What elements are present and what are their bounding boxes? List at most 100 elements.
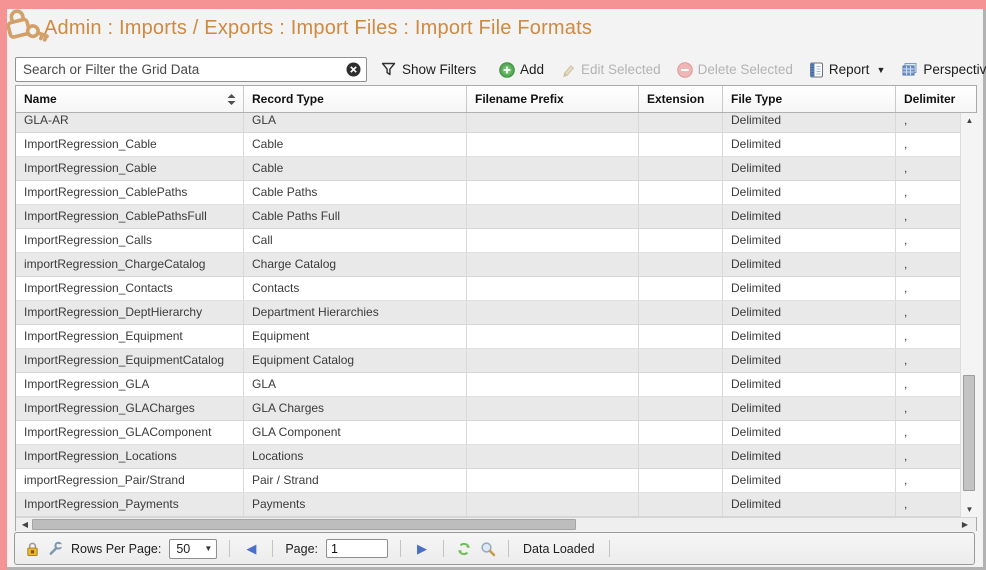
table-row[interactable]: ImportRegression_CallsCallDelimited, <box>16 229 960 253</box>
page-title: Admin : Imports / Exports : Import Files… <box>44 17 592 40</box>
lock-key-icon <box>1 2 51 52</box>
cell-name: GLA-AR <box>16 113 244 132</box>
cell-extension <box>639 397 723 420</box>
scroll-right-arrow-icon[interactable]: ▶ <box>958 518 972 531</box>
page-label: Page: <box>285 542 318 556</box>
cell-name: ImportRegression_DeptHierarchy <box>16 301 244 324</box>
cell-record-type: Department Hierarchies <box>244 301 467 324</box>
table-row[interactable]: ImportRegression_GLAGLADelimited, <box>16 373 960 397</box>
cell-record-type: Cable Paths <box>244 181 467 204</box>
cell-record-type: Cable <box>244 157 467 180</box>
perspectives-button[interactable]: Perspectives ▼ <box>901 62 986 78</box>
cell-file-type: Delimited <box>723 493 896 516</box>
column-header-file-type[interactable]: File Type <box>723 86 896 112</box>
perspectives-icon <box>901 62 918 78</box>
show-filters-button[interactable]: Show Filters <box>381 57 476 82</box>
table-row[interactable]: importRegression_ChargeCatalogCharge Cat… <box>16 253 960 277</box>
cell-filename-prefix <box>467 133 639 156</box>
edit-selected-button[interactable]: Edit Selected <box>560 62 661 78</box>
grid-body: GLA-ARGLADelimited,ImportRegression_Cabl… <box>16 113 960 517</box>
prev-page-button[interactable]: ◀ <box>242 541 260 557</box>
status-text: Data Loaded <box>521 542 597 556</box>
column-header-delimiter[interactable]: Delimiter <box>896 86 960 112</box>
cell-filename-prefix <box>467 397 639 420</box>
table-row[interactable]: ImportRegression_LocationsLocationsDelim… <box>16 445 960 469</box>
cell-filename-prefix <box>467 253 639 276</box>
horizontal-scrollbar[interactable]: ◀ ▶ <box>16 517 976 531</box>
cell-file-type: Delimited <box>723 113 896 132</box>
table-row[interactable]: ImportRegression_CablePathsFullCable Pat… <box>16 205 960 229</box>
cell-extension <box>639 469 723 492</box>
window-left-accent <box>0 0 7 570</box>
cell-filename-prefix <box>467 493 639 516</box>
delete-selected-label: Delete Selected <box>698 62 793 77</box>
scroll-down-arrow-icon[interactable]: ▼ <box>961 502 978 517</box>
scroll-left-arrow-icon[interactable]: ◀ <box>18 518 32 531</box>
rows-per-page-select[interactable]: 50 ▼ <box>169 539 217 559</box>
report-caret-icon: ▼ <box>876 65 885 75</box>
table-row[interactable]: ImportRegression_EquipmentCatalogEquipme… <box>16 349 960 373</box>
lock-icon[interactable] <box>25 541 40 557</box>
cell-record-type: Contacts <box>244 277 467 300</box>
search-magnifier-icon[interactable] <box>480 541 496 557</box>
delete-selected-button[interactable]: Delete Selected <box>677 62 793 78</box>
pencil-icon <box>560 62 576 78</box>
cell-filename-prefix <box>467 349 639 372</box>
cell-delimiter: , <box>896 445 960 468</box>
cell-filename-prefix <box>467 301 639 324</box>
window-top-accent <box>0 0 986 9</box>
cell-delimiter: , <box>896 133 960 156</box>
rows-per-page-value: 50 <box>176 542 190 556</box>
vertical-scrollbar[interactable]: ▲ ▼ <box>960 113 977 517</box>
footer-separator <box>229 540 230 557</box>
table-row[interactable]: ImportRegression_CablePathsCable PathsDe… <box>16 181 960 205</box>
add-button[interactable]: Add <box>499 62 544 78</box>
cell-name: importRegression_ChargeCatalog <box>16 253 244 276</box>
table-row[interactable]: ImportRegression_GLAChargesGLA ChargesDe… <box>16 397 960 421</box>
table-row[interactable]: ImportRegression_ContactsContactsDelimit… <box>16 277 960 301</box>
search-input[interactable] <box>15 57 367 82</box>
data-grid: Name Record Type Filename Prefix Extensi… <box>15 85 977 531</box>
column-header-filename-prefix[interactable]: Filename Prefix <box>467 86 639 112</box>
page-number-input[interactable] <box>326 539 388 558</box>
report-icon <box>809 62 824 78</box>
cell-file-type: Delimited <box>723 157 896 180</box>
next-page-button[interactable]: ▶ <box>413 541 431 557</box>
table-row[interactable]: importRegression_Pair/StrandPair / Stran… <box>16 469 960 493</box>
cell-record-type: Equipment <box>244 325 467 348</box>
horizontal-scroll-thumb[interactable] <box>32 519 576 530</box>
column-header-record-type[interactable]: Record Type <box>244 86 467 112</box>
cell-filename-prefix <box>467 469 639 492</box>
refresh-icon[interactable] <box>456 541 472 557</box>
cell-extension <box>639 113 723 132</box>
table-row[interactable]: ImportRegression_DeptHierarchyDepartment… <box>16 301 960 325</box>
scroll-up-arrow-icon[interactable]: ▲ <box>961 113 978 128</box>
cell-file-type: Delimited <box>723 421 896 444</box>
cell-record-type: GLA <box>244 113 467 132</box>
cell-name: ImportRegression_EquipmentCatalog <box>16 349 244 372</box>
cell-name: ImportRegression_Cable <box>16 133 244 156</box>
table-row[interactable]: ImportRegression_CableCableDelimited, <box>16 133 960 157</box>
rows-per-page-label: Rows Per Page: <box>71 542 161 556</box>
cell-extension <box>639 445 723 468</box>
report-button[interactable]: Report ▼ <box>809 62 885 78</box>
cell-delimiter: , <box>896 493 960 516</box>
table-row[interactable]: ImportRegression_GLAComponentGLA Compone… <box>16 421 960 445</box>
column-header-extension[interactable]: Extension <box>639 86 723 112</box>
column-header-name[interactable]: Name <box>16 86 244 112</box>
table-row[interactable]: ImportRegression_EquipmentEquipmentDelim… <box>16 325 960 349</box>
cell-extension <box>639 301 723 324</box>
table-row[interactable]: ImportRegression_PaymentsPaymentsDelimit… <box>16 493 960 517</box>
clear-search-icon[interactable] <box>346 62 361 77</box>
cell-name: ImportRegression_Equipment <box>16 325 244 348</box>
edit-selected-label: Edit Selected <box>581 62 661 77</box>
cell-file-type: Delimited <box>723 469 896 492</box>
wrench-icon[interactable] <box>48 541 63 556</box>
table-row[interactable]: GLA-ARGLADelimited, <box>16 113 960 133</box>
table-row[interactable]: ImportRegression_CableCableDelimited, <box>16 157 960 181</box>
cell-delimiter: , <box>896 277 960 300</box>
cell-file-type: Delimited <box>723 205 896 228</box>
vertical-scroll-thumb[interactable] <box>963 375 975 491</box>
grid-header: Name Record Type Filename Prefix Extensi… <box>16 86 976 113</box>
show-filters-label: Show Filters <box>402 62 476 77</box>
